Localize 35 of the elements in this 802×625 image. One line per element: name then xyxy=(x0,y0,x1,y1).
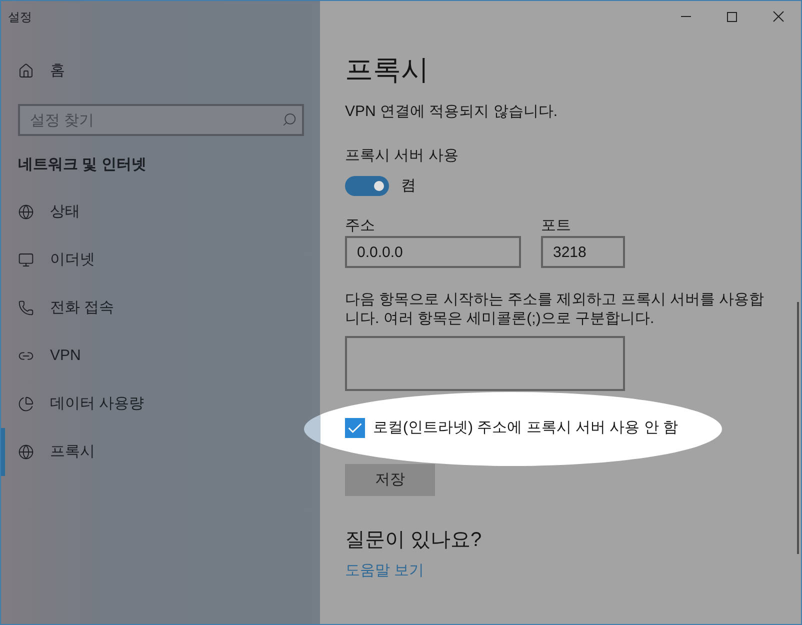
window-title: 설정 xyxy=(8,8,32,26)
save-button[interactable]: 저장 xyxy=(345,464,435,496)
checkbox[interactable] xyxy=(345,418,365,438)
help-link[interactable]: 도움말 보기 xyxy=(345,561,424,581)
sidebar-item[interactable]: 데이터 사용량 xyxy=(1,380,320,428)
sidebar-item[interactable]: 상태 xyxy=(1,188,320,236)
home-icon xyxy=(18,63,34,79)
sidebar-item[interactable]: 이더넷 xyxy=(1,236,320,284)
intro-text: VPN 연결에 적용되지 않습니다. xyxy=(345,102,558,122)
maximize-icon[interactable] xyxy=(727,12,737,22)
exceptions-field[interactable] xyxy=(345,336,625,391)
address-label: 주소 xyxy=(345,216,376,236)
help-heading: 질문이 있나요? xyxy=(345,528,482,553)
globe-icon xyxy=(18,204,34,220)
monitor-icon xyxy=(18,252,34,268)
scrollbar-thumb[interactable] xyxy=(797,302,799,554)
globe-icon xyxy=(18,444,34,460)
exceptions-description: 다음 항목으로 시작하는 주소를 제외하고 프록시 서버를 사용합니다. 여러 항목은 세미콜론(;)으로 구분합니다. xyxy=(345,290,766,328)
address-field[interactable]: 0.0.0.0 xyxy=(345,236,521,268)
phone-icon xyxy=(18,300,34,316)
search-field[interactable]: 설정 찾기 xyxy=(18,104,304,136)
search-icon[interactable] xyxy=(282,112,297,127)
port-label: 포트 xyxy=(541,216,572,236)
sidebar-item[interactable]: 전화 접속 xyxy=(1,284,320,332)
checkmark-icon xyxy=(348,423,362,433)
page-title: 프록시 xyxy=(345,53,429,87)
pie-chart-icon xyxy=(18,396,34,412)
section-heading: 네트워크 및 인터넷 xyxy=(18,154,146,175)
home-nav-item[interactable]: 홈 xyxy=(1,51,320,91)
close-icon[interactable] xyxy=(772,11,784,22)
proxy-server-label: 프록시 서버 사용 xyxy=(345,146,458,166)
toggle-state-label: 켬 xyxy=(401,176,416,196)
port-field[interactable]: 3218 xyxy=(541,236,625,268)
sidebar-item[interactable]: VPN xyxy=(1,332,320,380)
toggle-switch[interactable] xyxy=(345,176,389,196)
